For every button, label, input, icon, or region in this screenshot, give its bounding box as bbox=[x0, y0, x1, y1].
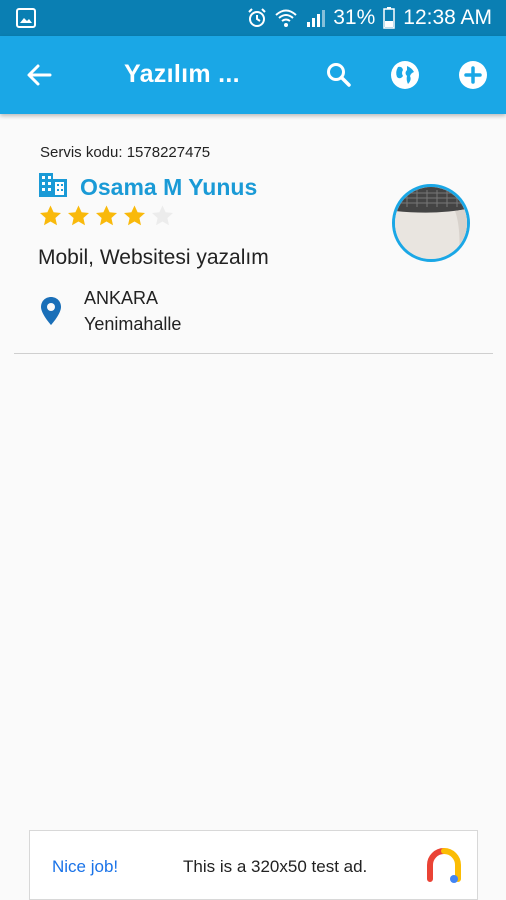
building-icon bbox=[38, 172, 68, 203]
signal-icon bbox=[305, 8, 326, 28]
ad-logo-icon bbox=[426, 847, 462, 890]
star-filled-icon bbox=[96, 205, 117, 226]
star-filled-icon bbox=[68, 205, 89, 226]
district: Yenimahalle bbox=[84, 314, 182, 334]
ad-nice-label: Nice job! bbox=[52, 857, 119, 876]
service-category: Mobil, Websitesi yazalım bbox=[38, 246, 269, 269]
star-empty-icon bbox=[152, 205, 173, 226]
ad-text: This is a 320x50 test ad. bbox=[183, 857, 368, 876]
location-pin-icon bbox=[40, 296, 62, 331]
city: ANKARA bbox=[84, 288, 159, 308]
service-code: Servis kodu: 1578227475 bbox=[40, 144, 211, 161]
add-icon[interactable] bbox=[454, 56, 492, 94]
globe-icon[interactable] bbox=[386, 56, 424, 94]
ad-banner[interactable]: Nice job! This is a 320x50 test ad. bbox=[29, 830, 478, 900]
app-bar: Yazılım ... bbox=[0, 36, 506, 114]
gallery-icon bbox=[16, 8, 36, 28]
star-filled-icon bbox=[40, 205, 61, 226]
service-listing-card[interactable]: Servis kodu: 1578227475 Osama M Yunus Mo… bbox=[14, 130, 493, 354]
back-arrow-icon[interactable] bbox=[20, 56, 58, 94]
clock: 12:38 AM bbox=[403, 6, 492, 29]
provider-name[interactable]: Osama M Yunus bbox=[80, 174, 257, 201]
search-icon[interactable] bbox=[320, 56, 358, 94]
battery-icon bbox=[383, 7, 396, 29]
status-bar: 31% 12:38 AM bbox=[0, 0, 506, 36]
rating-stars bbox=[38, 204, 175, 228]
battery-percent: 31% bbox=[333, 6, 376, 29]
alarm-icon bbox=[247, 8, 267, 28]
wifi-icon bbox=[275, 8, 297, 28]
provider-avatar[interactable] bbox=[392, 184, 470, 262]
star-filled-icon bbox=[124, 205, 145, 226]
page-title: Yazılım ... bbox=[124, 60, 240, 88]
